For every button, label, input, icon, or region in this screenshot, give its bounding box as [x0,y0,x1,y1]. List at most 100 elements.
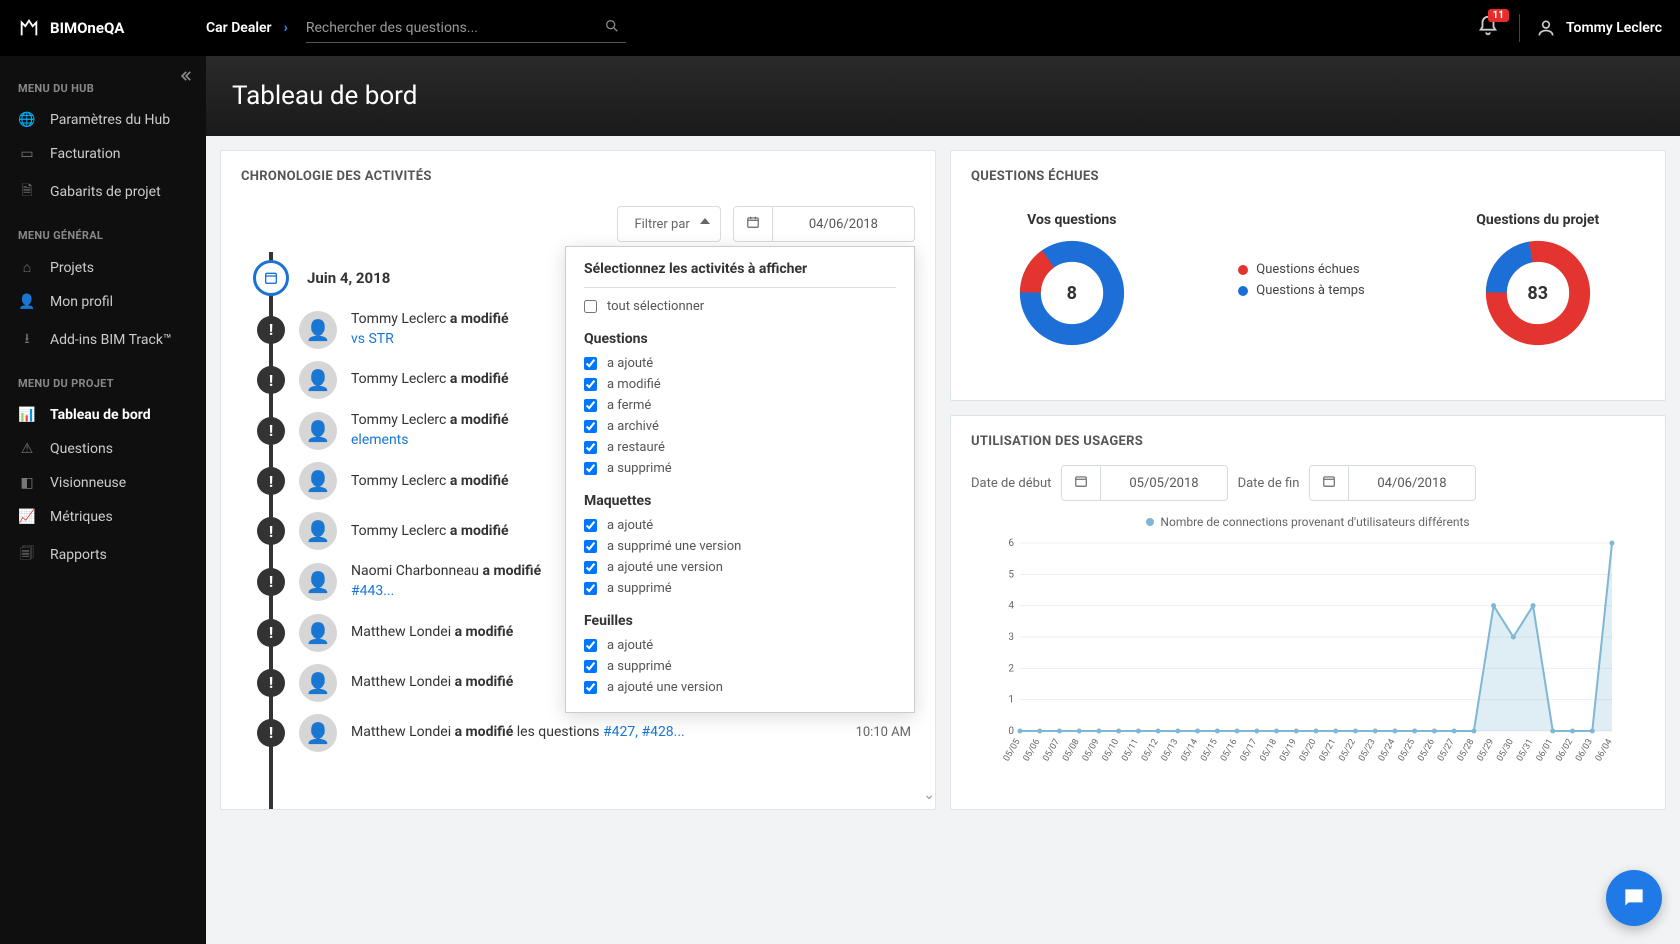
nav-projects[interactable]: ⌂Projets [0,250,206,285]
filter-checkbox[interactable]: a supprimé [584,578,896,599]
user-menu[interactable]: Tommy Leclerc [1536,18,1662,38]
timeline-time: 10:10 AM [856,725,911,740]
notifications-button[interactable]: 11 [1477,15,1499,41]
avatar: 👤 [299,512,337,550]
nav-hub-settings[interactable]: 🌐Paramètres du Hub [0,103,206,137]
nav-metrics[interactable]: 📈Métriques [0,500,206,534]
calendar-node-icon [253,260,289,296]
svg-text:0: 0 [1008,726,1014,737]
nav-section-project: MENU DU PROJET [0,361,206,398]
filter-checkbox[interactable]: a fermé [584,395,896,416]
project-breadcrumb[interactable]: Car Dealer › [206,20,288,36]
filter-group-title: Maquettes [584,493,896,509]
avatar: 👤 [299,361,337,399]
usage-chart-legend: Nombre de connections provenant d'utilis… [961,515,1655,529]
select-all-checkbox[interactable]: tout sélectionner [584,296,896,317]
filter-popover: Sélectionnez les activités à afficher to… [565,246,915,713]
donut-legend: Questions échues Questions à temps [1238,262,1365,298]
svg-text:05/13: 05/13 [1160,738,1181,764]
filter-checkbox[interactable]: a restauré [584,437,896,458]
svg-text:05/24: 05/24 [1377,738,1398,764]
filter-checkbox[interactable]: a ajouté une version [584,677,896,698]
filter-checkbox[interactable]: a supprimé [584,656,896,677]
svg-text:05/18: 05/18 [1258,738,1279,764]
filter-checkbox[interactable]: a supprimé [584,458,896,479]
svg-text:06/02: 06/02 [1554,738,1575,764]
svg-text:05/19: 05/19 [1278,738,1299,764]
filter-checkbox[interactable]: a ajouté une version [584,557,896,578]
svg-text:05/27: 05/27 [1436,738,1457,764]
alert-node-icon: ! [257,619,285,647]
scroll-down-icon[interactable]: ⌄ [923,787,935,803]
svg-text:5: 5 [1008,569,1014,580]
nav-templates[interactable]: 🗎Gabarits de projet [0,171,206,213]
timeline-item[interactable]: ! 👤 Matthew Londei a modifié les questio… [241,708,915,758]
filter-checkbox[interactable]: a archivé [584,416,896,437]
calendar-icon [1062,466,1101,500]
avatar: 👤 [299,563,337,601]
svg-text:3: 3 [1008,632,1014,643]
globe-icon: 🌐 [18,112,36,128]
filter-group-title: Feuilles [584,613,896,629]
usage-card: UTILISATION DES USAGERS Date de début 05… [950,415,1666,810]
nav-dashboard[interactable]: 📊Tableau de bord [0,398,206,432]
svg-text:05/12: 05/12 [1140,738,1161,764]
nav-profile[interactable]: 👤Mon profil [0,285,206,319]
end-date-input[interactable]: 04/06/2018 [1309,465,1475,501]
popover-title: Sélectionnez les activités à afficher [584,261,896,277]
report-icon: 🗐 [18,543,36,567]
svg-text:05/07: 05/07 [1041,738,1062,764]
svg-text:05/30: 05/30 [1495,738,1516,764]
svg-text:05/10: 05/10 [1101,738,1122,764]
search-icon[interactable] [604,18,620,38]
alert-node-icon: ! [257,669,285,697]
svg-text:4: 4 [1008,601,1014,612]
timeline-card: CHRONOLOGIE DES ACTIVITÉS Filtrer par 04… [220,150,936,810]
svg-text:05/14: 05/14 [1180,738,1201,764]
avatar: 👤 [299,714,337,752]
filter-checkbox[interactable]: a ajouté [584,515,896,536]
timeline-card-title: CHRONOLOGIE DES ACTIVITÉS [221,151,935,196]
avatar: 👤 [299,412,337,450]
alert-node-icon: ! [257,467,285,495]
timeline-controls: Filtrer par 04/06/2018 Sélectionnez les … [221,196,935,252]
usage-card-title: UTILISATION DES USAGERS [951,416,1665,461]
nav-reports[interactable]: 🗐Rapports [0,534,206,576]
svg-text:05/05: 05/05 [1002,738,1023,764]
svg-text:05/25: 05/25 [1397,738,1418,764]
alert-node-icon: ! [257,568,285,596]
avatar: 👤 [299,311,337,349]
filter-checkbox[interactable]: a ajouté [584,353,896,374]
caret-up-icon [700,218,710,224]
collapse-sidebar-icon[interactable] [178,68,192,87]
nav-addins[interactable]: ⭳Add-ins BIM Track™ [0,319,206,361]
nav-issues[interactable]: ⚠Questions [0,432,206,466]
svg-text:05/17: 05/17 [1239,738,1260,764]
alert-node-icon: ! [257,417,285,445]
svg-text:05/29: 05/29 [1476,738,1497,764]
legend-dot-overdue [1238,265,1248,275]
alert-node-icon: ! [257,719,285,747]
filter-button[interactable]: Filtrer par [617,206,720,242]
start-date-input[interactable]: 05/05/2018 [1061,465,1227,501]
svg-text:05/06: 05/06 [1022,738,1043,764]
brand-logo[interactable]: BIMOneQA [18,17,206,39]
filter-checkbox[interactable]: a supprimé une version [584,536,896,557]
alert-node-icon: ! [257,517,285,545]
svg-text:05/16: 05/16 [1219,738,1240,764]
timeline-date-input[interactable]: 04/06/2018 [733,206,915,242]
filter-checkbox[interactable]: a modifié [584,374,896,395]
file-icon: 🗎 [18,180,36,204]
nav-viewer[interactable]: ◧Visionneuse [0,466,206,500]
filter-checkbox[interactable]: a ajouté [584,635,896,656]
search-input[interactable] [306,20,626,36]
svg-text:05/15: 05/15 [1199,738,1220,764]
brand-text: BIMOneQA [50,19,124,37]
nav-billing[interactable]: ▭Facturation [0,137,206,171]
alert-node-icon: ! [257,316,285,344]
svg-text:06/03: 06/03 [1574,738,1595,764]
svg-text:05/11: 05/11 [1120,738,1141,764]
search-box[interactable] [306,14,626,43]
page-title: Tableau de bord [232,81,417,111]
chat-fab-button[interactable] [1606,870,1662,926]
